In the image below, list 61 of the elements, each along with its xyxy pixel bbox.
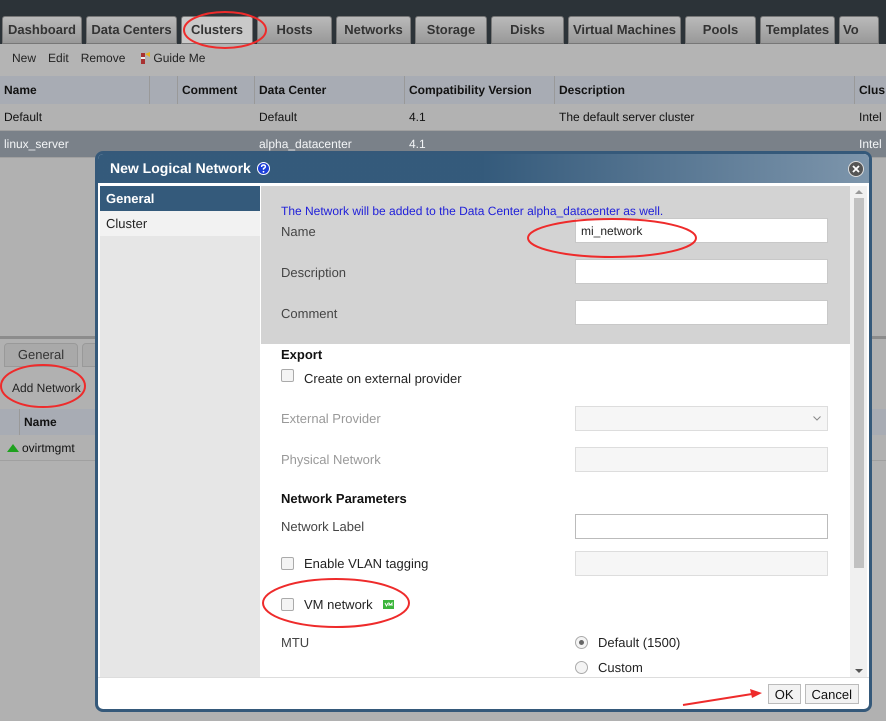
table-cell-text: Intel: [859, 136, 882, 153]
add-network-button[interactable]: Add Network: [12, 379, 81, 397]
field-label: MTU: [281, 634, 310, 652]
column-header[interactable]: Name: [20, 409, 57, 435]
help-icon[interactable]: [256, 162, 270, 175]
main-tab[interactable]: Vo: [839, 16, 879, 44]
dialog-button[interactable]: Cancel: [804, 684, 859, 704]
toolbar-button[interactable]: Edit: [48, 49, 69, 67]
checkbox[interactable]: [281, 598, 294, 611]
sidebar-item[interactable]: Cluster: [100, 211, 260, 236]
main-tab[interactable]: Networks: [336, 16, 411, 44]
main-tab[interactable]: Dashboard: [2, 16, 82, 44]
info-message: The Network will be added to the Data Center alpha_datacenter as well.: [281, 204, 664, 218]
radio-button[interactable]: [575, 660, 588, 674]
checkbox[interactable]: [281, 369, 294, 382]
field-label: Name: [281, 223, 317, 241]
detail-tab[interactable]: General: [4, 343, 78, 367]
sidebar-item[interactable]: General: [100, 186, 260, 211]
field-label: External Provider: [281, 410, 382, 428]
dialog-button[interactable]: OK: [768, 684, 801, 704]
checkbox-label: Create on external provider: [304, 370, 462, 388]
close-icon[interactable]: [848, 160, 864, 176]
scrollbar[interactable]: [850, 186, 867, 677]
main-tab[interactable]: Storage: [415, 16, 487, 44]
main-tab[interactable]: Hosts: [257, 16, 332, 44]
main-tab[interactable]: Templates: [760, 16, 835, 44]
main-tab[interactable]: Disks: [491, 16, 564, 44]
input-field[interactable]: [575, 514, 828, 539]
input-field[interactable]: [575, 300, 828, 325]
dialog-title: New Logical Network: [110, 159, 251, 178]
main-tab[interactable]: Clusters: [181, 16, 253, 44]
chevron-down-icon: [813, 416, 821, 421]
table-cell-text: alpha_datacenter: [259, 136, 352, 153]
table-cell-text: ovirtmgmt: [22, 440, 75, 456]
radio-label: Custom: [598, 658, 643, 676]
table-cell-text: Default: [259, 109, 298, 126]
checkbox-label: VM network: [304, 596, 373, 614]
checkbox-label: Enable VLAN tagging: [304, 554, 428, 573]
field-label: Description: [281, 264, 348, 282]
guide-me-button[interactable]: Guide Me: [137, 49, 206, 67]
table-cell-text: The default server cluster: [559, 109, 694, 126]
table-cell-text: linux_server: [4, 136, 69, 153]
input-field[interactable]: mi_network: [575, 218, 828, 243]
table-cell-text: Default: [4, 109, 42, 126]
field-label: Physical Network: [281, 450, 382, 469]
input-field[interactable]: [575, 259, 828, 284]
toolbar-button[interactable]: New: [12, 49, 36, 67]
table-cell-text: 4.1: [409, 136, 426, 153]
table-cell-text: Intel: [859, 109, 882, 126]
main-tab[interactable]: Pools: [685, 16, 756, 44]
section-heading: Export: [281, 346, 322, 364]
main-tab[interactable]: Data Centers: [86, 16, 177, 44]
main-tab[interactable]: Virtual Machines: [568, 16, 681, 44]
section-heading: Network Parameters: [281, 490, 407, 508]
field-label: Network Label: [281, 518, 366, 536]
radio-button[interactable]: [575, 636, 588, 650]
dropdown[interactable]: [575, 406, 828, 431]
toolbar-button[interactable]: Remove: [80, 49, 126, 67]
table-cell-text: 4.1: [409, 109, 426, 126]
field-label: Comment: [281, 305, 338, 323]
radio-label: Default (1500): [598, 634, 680, 652]
